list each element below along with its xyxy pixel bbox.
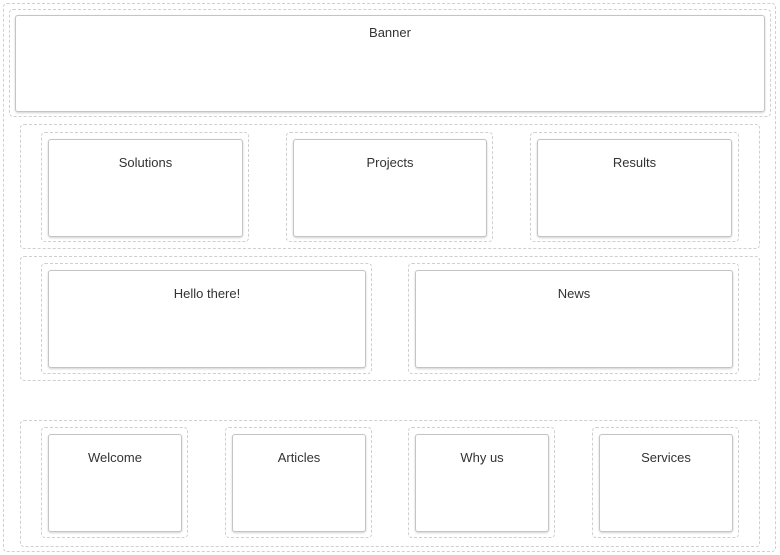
hello-there-title: Hello there! [173,286,241,301]
banner-title: Banner [369,25,411,40]
banner-widget[interactable]: Banner [15,15,765,112]
services-widget[interactable]: Services [599,434,733,532]
projects-title: Projects [366,155,414,170]
why-us-widget[interactable]: Why us [415,434,549,532]
hello-there-widget[interactable]: Hello there! [48,270,366,368]
articles-widget[interactable]: Articles [232,434,366,532]
news-title: News [557,286,591,301]
solutions-widget[interactable]: Solutions [48,139,243,237]
welcome-widget[interactable]: Welcome [48,434,182,532]
welcome-title: Welcome [88,450,142,465]
results-widget[interactable]: Results [537,139,732,237]
news-widget[interactable]: News [415,270,733,368]
why-us-title: Why us [460,450,504,465]
projects-widget[interactable]: Projects [293,139,487,237]
services-title: Services [641,450,691,465]
solutions-title: Solutions [118,155,173,170]
results-title: Results [612,155,657,170]
articles-title: Articles [277,450,321,465]
